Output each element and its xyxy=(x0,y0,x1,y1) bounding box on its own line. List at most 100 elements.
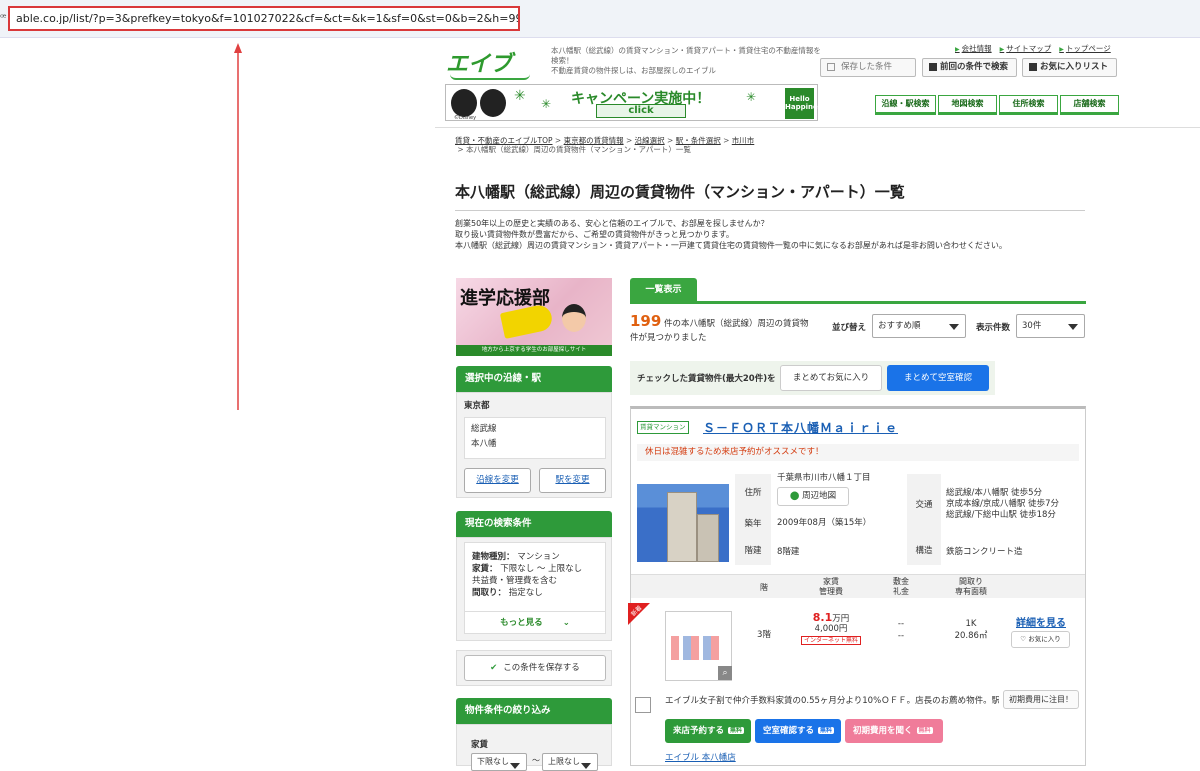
traffic-label: 交通 xyxy=(907,474,941,537)
change-line-button[interactable]: 沿線を変更 xyxy=(464,468,531,493)
tab-address-search[interactable]: 住所検索 xyxy=(999,95,1058,115)
able-logo[interactable]: エイブル xyxy=(446,46,520,109)
building-photo[interactable] xyxy=(637,484,729,562)
room-deposit: -- -- xyxy=(897,619,905,641)
change-station-button[interactable]: 駅を変更 xyxy=(539,468,606,493)
bulk-action-text: チェックした賃貸物件(最大20件)を xyxy=(637,374,776,384)
heart-icon xyxy=(1029,62,1037,71)
breadcrumb: 賃貸・不動産のエイブルTOP > 東京都の賃貸情報 > 沿線選択 > 駅・条件選… xyxy=(455,136,755,154)
banner-click-button[interactable]: click xyxy=(596,104,686,118)
rent-max-select[interactable]: 上限なし xyxy=(542,753,598,771)
campaign-banner[interactable]: ©Disney ✳ ✳ キャンペーン実施中！ ✳ click Hello Hap… xyxy=(445,84,829,121)
link-company[interactable]: 会社情報 xyxy=(955,43,992,54)
internet-free-badge: インターネット無料 xyxy=(800,636,861,645)
room-floor: 3階 xyxy=(757,630,771,640)
favorites-list-button[interactable]: お気に入りリスト xyxy=(1022,58,1117,77)
zoom-icon[interactable]: ⌕ xyxy=(718,666,732,680)
selected-pref: 東京都 xyxy=(464,401,490,411)
disney-credit: ©Disney xyxy=(454,115,477,121)
breadcrumb-tokyo[interactable]: 東京都の賃貸情報 xyxy=(564,136,624,145)
bulk-favorite-button[interactable]: まとめてお気に入り xyxy=(780,365,882,391)
link-sitemap[interactable]: サイトマップ xyxy=(1000,43,1051,54)
prev-conditions-button[interactable]: 前回の条件で検索 xyxy=(922,58,1017,77)
logo-swoosh xyxy=(450,74,530,80)
page-title: 本八幡駅（総武線）周辺の賃貸物件（マンション・アパート）一覧 xyxy=(455,181,1085,211)
view-details-link[interactable]: 詳細を見る xyxy=(1016,614,1066,629)
address-field[interactable]: able.co.jp/list/?p=3&prefkey=tokyo&f=101… xyxy=(8,6,520,31)
select-checkbox[interactable] xyxy=(635,697,651,713)
save-condition-button[interactable]: ✔ この条件を保存する xyxy=(464,655,606,681)
save-condition-box: ✔ この条件を保存する xyxy=(456,650,612,686)
tab-underline xyxy=(630,301,1086,304)
rent-label: 家賃 xyxy=(471,740,489,750)
sparkle-icon: ✳ xyxy=(514,88,526,104)
range-tilde: ～ xyxy=(532,756,540,765)
initial-cost-tag[interactable]: 初期費用に注目！ xyxy=(1003,690,1079,709)
search-icon xyxy=(929,62,937,71)
current-conditions-heading: 現在の検索条件 xyxy=(456,511,612,537)
property-card: 賃貸マンション Ｓ－ＦＯＲＴ本八幡Ｍａｉｒｉｅ 休日は混雑するため来店予約がオス… xyxy=(630,406,1086,766)
link-top[interactable]: トップページ xyxy=(1059,43,1111,54)
bulk-vacancy-button[interactable]: まとめて空室確認 xyxy=(887,365,989,391)
per-page-select[interactable]: 30件 xyxy=(1016,314,1085,338)
floors-value: 8階建 xyxy=(777,547,800,557)
floors-label: 階建 xyxy=(735,537,771,565)
bulk-action-bar: チェックした賃貸物件(最大20件)を まとめてお気に入り まとめて空室確認 xyxy=(630,361,995,395)
person-image xyxy=(562,304,586,332)
building-shape xyxy=(697,514,719,562)
breadcrumb-station[interactable]: 駅・条件選択 xyxy=(676,136,721,145)
breadcrumb-current: 本八幡駅（総武線）周辺の賃貸物件（マンション・アパート）一覧 xyxy=(466,145,691,154)
traffic-list: 総武線/本八幡駅 徒歩5分 京成本線/京成八幡駅 徒歩7分 総武線/下総中山駅 … xyxy=(946,488,1059,520)
saved-conditions-button[interactable]: 保存した条件 xyxy=(820,58,916,77)
tab-map-search[interactable]: 地図検索 xyxy=(938,95,997,115)
filter-heading: 物件条件の絞り込み xyxy=(456,698,612,724)
tab-line-station-search[interactable]: 沿線・駅検索 xyxy=(875,95,936,115)
sparkle-icon: ✳ xyxy=(541,97,552,111)
floorplan-thumb[interactable]: ⌕ xyxy=(665,611,732,681)
initial-cost-inquiry-button[interactable]: 初期費用を聞く 無料 xyxy=(845,719,943,743)
hello-happiness-badge: Hello Happiness! xyxy=(785,88,829,119)
result-count: 199 件の本八幡駅（総武線）周辺の賃貸物件が見つかりました xyxy=(630,312,809,344)
sort-label: 並び替え xyxy=(832,323,867,333)
surrounding-map-button[interactable]: ⬤ 周辺地図 xyxy=(777,487,849,506)
map-pin-icon: ⬤ xyxy=(789,491,800,501)
selected-station-heading: 選択中の沿線・駅 xyxy=(456,366,612,392)
top-links: 会社情報 サイトマップ トップページ xyxy=(955,43,1111,54)
col-layout: 間取り 専有面積 xyxy=(955,577,987,596)
vacancy-check-button[interactable]: 空室確認する 無料 xyxy=(755,719,841,743)
selected-line-station: 総武線 本八幡 xyxy=(464,417,606,459)
saved-icon xyxy=(827,62,835,71)
sparkle-icon: ✳ xyxy=(746,90,757,104)
breadcrumb-city[interactable]: 市川市 xyxy=(732,136,755,145)
property-comment: エイブル女子割で仲介手数料家賃の0.55ヶ月分より10%ＯＦＦ。店長のお薦め物件… xyxy=(665,696,999,706)
current-conditions-box: 建物種別： マンション 家賃： 下限なし ～ 上限なし 共益費・管理費を含む 間… xyxy=(456,537,612,641)
room-table-header: 階 家賃 管理費 敷金 礼金 間取り 専有面積 xyxy=(631,574,1085,598)
site-info-icon[interactable]: ꟹ xyxy=(0,13,6,24)
col-floor: 階 xyxy=(760,583,768,592)
room-layout: 1K 20.86㎡ xyxy=(954,619,988,641)
tab-list-view[interactable]: 一覧表示 xyxy=(630,278,697,302)
per-page-label: 表示件数 xyxy=(976,323,1011,333)
breadcrumb-line[interactable]: 沿線選択 xyxy=(635,136,665,145)
filter-box: 家賃 下限なし ～ 上限なし xyxy=(456,724,612,771)
sort-select[interactable]: おすすめ順 xyxy=(872,314,966,338)
favorite-button[interactable]: ♡ お気に入り xyxy=(1011,631,1070,648)
show-more-button[interactable]: もっと見る ⌄ xyxy=(465,611,605,633)
minnie-icon xyxy=(480,89,506,117)
student-promo-banner[interactable]: 進学応援部 地方から上京する学生のお部屋探しサイト xyxy=(456,278,612,356)
breadcrumb-top[interactable]: 賃貸・不動産のエイブルTOP xyxy=(455,136,553,145)
tab-store-search[interactable]: 店舗検索 xyxy=(1060,95,1119,115)
promo-subtitle: 地方から上京する学生のお部屋探しサイト xyxy=(456,345,612,356)
notice-banner: 休日は混雑するため来店予約がオススメです！ xyxy=(637,444,1079,461)
header-description: 本八幡駅（総武線）の賃貸マンション・賃貸アパート・賃貸住宅の不動産情報を検索！ … xyxy=(551,46,821,75)
structure-label: 構造 xyxy=(907,537,941,565)
rent-min-select[interactable]: 下限なし xyxy=(471,753,527,771)
store-link[interactable]: エイブル 本八幡店 xyxy=(665,751,736,763)
built-value: 2009年08月（築15年） xyxy=(777,518,872,528)
property-name-link[interactable]: Ｓ－ＦＯＲＴ本八幡Ｍａｉｒｉｅ xyxy=(703,419,898,436)
address-value: 千葉県市川市八幡１丁目 xyxy=(777,473,871,483)
heart-icon: ♡ xyxy=(1020,635,1027,643)
conditions-list: 建物種別： マンション 家賃： 下限なし ～ 上限なし 共益費・管理費を含む 間… xyxy=(464,542,606,634)
floorplan-image xyxy=(671,636,721,660)
visit-reservation-button[interactable]: 来店予約する 無料 xyxy=(665,719,751,743)
